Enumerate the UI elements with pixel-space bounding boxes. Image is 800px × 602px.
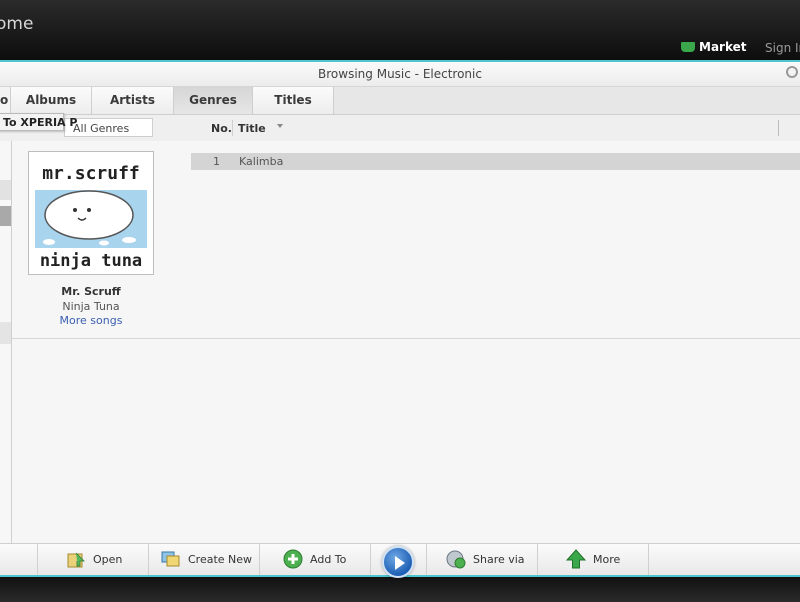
album-cover[interactable]: mr.scruff ninja tuna [28, 151, 154, 275]
add-to-label: Add To [310, 552, 347, 566]
device-tooltip: To XPERIA P [0, 113, 77, 131]
open-label: Open [93, 552, 123, 566]
tab-albums[interactable]: Albums [11, 87, 92, 114]
bar-divider [426, 543, 427, 575]
side-panel-item-selected[interactable] [0, 206, 11, 226]
art-top-text: mr.scruff [42, 163, 140, 184]
top-header-bar: ome Market Sign In [0, 0, 800, 62]
bar-divider [37, 543, 38, 575]
open-folder-icon [66, 549, 86, 569]
play-icon [395, 556, 405, 570]
tab-titles[interactable]: Titles [253, 87, 334, 114]
open-button[interactable]: Open [66, 543, 122, 575]
share-via-label: Share via [473, 552, 525, 566]
add-to-button[interactable]: Add To [283, 543, 346, 575]
share-icon [446, 549, 466, 569]
window-title: Browsing Music - Electronic [0, 62, 800, 87]
up-arrow-icon [565, 549, 587, 569]
sort-arrow-icon[interactable] [277, 124, 283, 128]
side-panel-item[interactable] [0, 322, 11, 344]
tab-genres[interactable]: Genres [174, 87, 253, 114]
content-divider [12, 338, 800, 339]
more-label: More [593, 552, 621, 566]
market-button[interactable]: Market [681, 40, 747, 54]
more-button[interactable]: More [565, 543, 621, 575]
table-row[interactable]: 1 Kalimba [191, 153, 800, 170]
play-button[interactable] [382, 546, 414, 578]
genre-filter-dropdown[interactable]: All Genres [64, 118, 153, 137]
column-header-no[interactable]: No. [211, 122, 232, 135]
bar-divider [370, 543, 371, 575]
column-header-title[interactable]: Title [238, 122, 266, 135]
album-artist: Mr. Scruff [61, 285, 121, 298]
search-icon[interactable] [786, 66, 798, 78]
tab-partial[interactable]: o [0, 87, 11, 114]
add-icon [283, 549, 303, 569]
column-divider-end [778, 120, 779, 136]
tab-artists[interactable]: Artists [92, 87, 174, 114]
track-title: Kalimba [239, 155, 284, 168]
bottom-frame [0, 575, 800, 602]
create-new-button[interactable]: Create New [161, 543, 252, 575]
bar-divider [648, 543, 649, 575]
category-tabs: o Albums Artists Genres Titles [0, 87, 800, 115]
more-songs-link[interactable]: More songs [28, 314, 154, 327]
bar-divider [259, 543, 260, 575]
market-label: Market [699, 40, 747, 54]
side-panel-item[interactable] [0, 180, 11, 200]
album-cover-art: mr.scruff ninja tuna [29, 152, 153, 274]
column-divider [232, 120, 233, 136]
basket-icon [681, 42, 695, 52]
create-new-label: Create New [188, 552, 253, 566]
create-new-icon [161, 549, 181, 569]
album-name: Ninja Tuna [62, 300, 120, 313]
app-title: ome [0, 14, 34, 34]
share-via-button[interactable]: Share via [446, 543, 525, 575]
track-number: 1 [213, 155, 220, 168]
bar-divider [537, 543, 538, 575]
bar-divider [148, 543, 149, 575]
art-bottom-text: ninja tuna [40, 251, 142, 271]
sign-in-link[interactable]: Sign In [765, 41, 800, 55]
